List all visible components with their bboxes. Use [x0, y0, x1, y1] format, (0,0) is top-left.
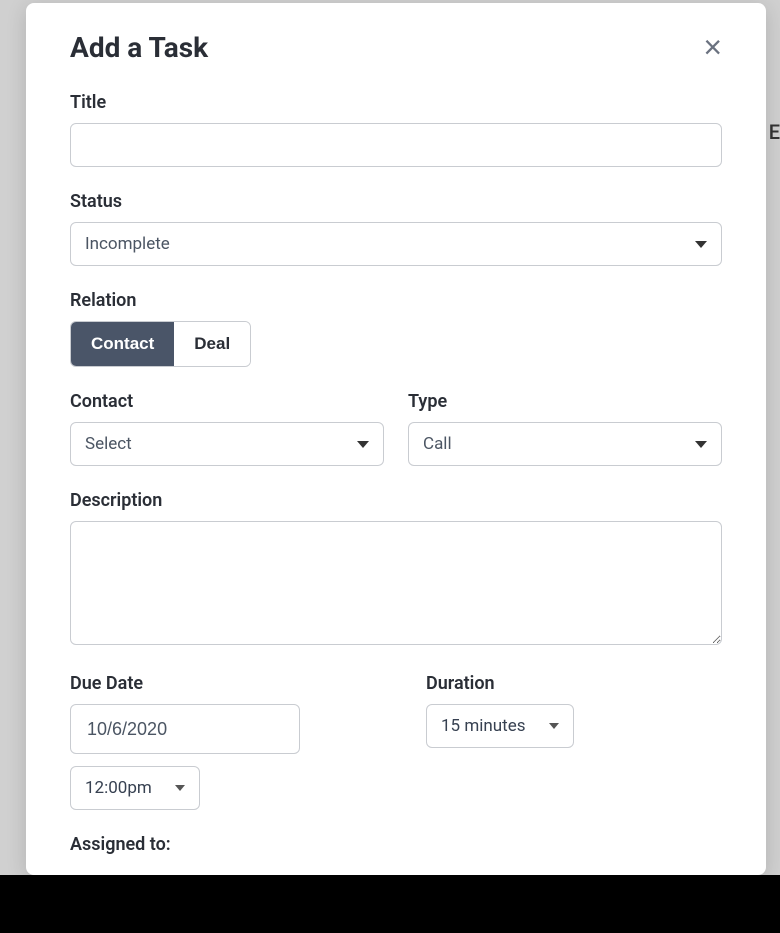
type-value: Call [423, 434, 452, 454]
duedate-time-value: 12:00pm [85, 778, 152, 798]
chevron-down-icon [695, 241, 707, 248]
chevron-down-icon [549, 723, 559, 729]
duration-group: Duration 15 minutes [366, 673, 722, 810]
duedate-time-select[interactable]: 12:00pm [70, 766, 200, 810]
relation-toggle-group: Contact Deal [70, 321, 251, 367]
add-task-modal: Add a Task × Title Status Incomplete Rel… [26, 3, 766, 875]
status-label: Status [70, 191, 722, 212]
contact-value: Select [85, 434, 132, 454]
background-letter: E [769, 120, 780, 144]
duedate-group: Due Date 12:00pm [70, 673, 366, 810]
chevron-down-icon [357, 441, 369, 448]
due-duration-row: Due Date 12:00pm Duration 15 minutes [70, 673, 722, 810]
status-value: Incomplete [85, 234, 170, 254]
relation-group: Relation Contact Deal [70, 290, 722, 367]
duedate-label: Due Date [70, 673, 366, 694]
status-select[interactable]: Incomplete [70, 222, 722, 266]
modal-title: Add a Task [70, 31, 208, 64]
contact-type-row: Contact Select Type Call [70, 391, 722, 466]
contact-label: Contact [70, 391, 384, 412]
relation-label: Relation [70, 290, 722, 311]
description-label: Description [70, 490, 722, 511]
description-textarea[interactable] [70, 521, 722, 645]
type-group: Type Call [408, 391, 722, 466]
chevron-down-icon [175, 785, 185, 791]
duration-select[interactable]: 15 minutes [426, 704, 574, 748]
title-input[interactable] [70, 123, 722, 167]
type-label: Type [408, 391, 722, 412]
relation-contact-button[interactable]: Contact [71, 322, 174, 366]
type-select[interactable]: Call [408, 422, 722, 466]
close-button[interactable]: × [703, 31, 722, 63]
chevron-down-icon [695, 441, 707, 448]
duration-label: Duration [426, 673, 722, 694]
modal-header: Add a Task × [70, 31, 722, 64]
relation-deal-button[interactable]: Deal [174, 322, 250, 366]
close-icon: × [703, 29, 722, 65]
title-group: Title [70, 92, 722, 167]
assigned-group: Assigned to: [70, 834, 722, 855]
title-label: Title [70, 92, 722, 113]
duration-value: 15 minutes [441, 716, 525, 736]
status-group: Status Incomplete [70, 191, 722, 266]
assigned-label: Assigned to: [70, 834, 722, 855]
duedate-input[interactable] [70, 704, 300, 754]
bottom-bar [0, 875, 780, 933]
description-group: Description [70, 490, 722, 649]
contact-group: Contact Select [70, 391, 384, 466]
contact-select[interactable]: Select [70, 422, 384, 466]
